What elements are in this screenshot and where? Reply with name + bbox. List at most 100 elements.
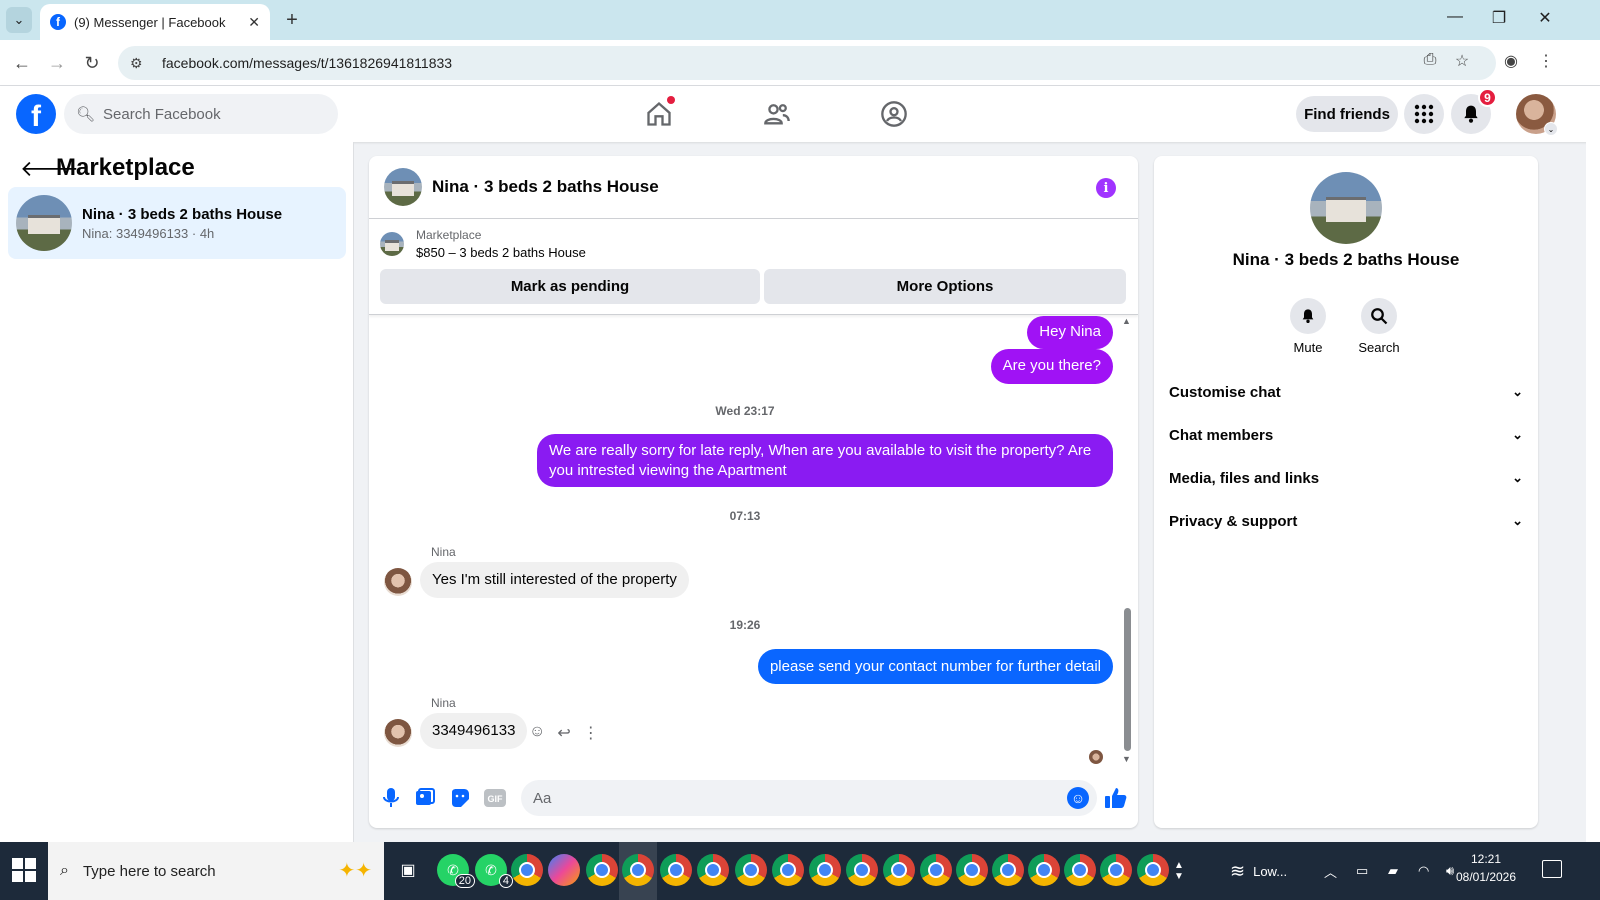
friends-icon[interactable]: [759, 96, 795, 132]
listing-mini-thumbnail[interactable]: [380, 232, 404, 256]
message-bubble-incoming[interactable]: Yes I'm still interested of the property: [420, 562, 689, 598]
show-hidden-icons-icon[interactable]: ︿: [1324, 842, 1337, 900]
profile-icon[interactable]: ◉: [1499, 51, 1523, 71]
media-files-links-section[interactable]: Media, files and links ⌄: [1169, 458, 1523, 498]
minimize-button[interactable]: —: [1440, 8, 1470, 26]
whatsapp-icon[interactable]: ✆ 20: [437, 854, 475, 888]
home-icon[interactable]: [641, 96, 677, 132]
mute-button[interactable]: Mute: [1278, 298, 1338, 355]
windows-start-icon[interactable]: [12, 858, 36, 882]
battery-icon[interactable]: ▰: [1388, 842, 1398, 900]
chrome-icon[interactable]: [1137, 854, 1169, 886]
chrome-icon[interactable]: [1100, 854, 1132, 886]
chrome-icon[interactable]: [511, 854, 543, 886]
maximize-button[interactable]: ❐: [1484, 8, 1514, 28]
taskbar-search-input[interactable]: [82, 862, 303, 880]
chat-title[interactable]: Nina · 3 beds 2 baths House: [432, 177, 659, 197]
chrome-icon[interactable]: [697, 854, 729, 886]
url-text[interactable]: facebook.com/messages/t/1361826941811833: [162, 55, 452, 71]
back-arrow-icon[interactable]: ←: [10, 51, 34, 75]
thumbs-up-icon[interactable]: [1104, 786, 1128, 810]
photo-icon[interactable]: [413, 786, 437, 810]
chat-members-section[interactable]: Chat members ⌄: [1169, 415, 1523, 455]
react-emoji-icon[interactable]: ☺: [529, 723, 545, 743]
customise-chat-section[interactable]: Customise chat ⌄: [1169, 372, 1523, 412]
forward-arrow-icon[interactable]: →: [45, 51, 69, 75]
conversation-list-item[interactable]: Nina · 3 beds 2 baths House Nina: 334949…: [8, 187, 346, 259]
gif-icon[interactable]: GIF: [483, 786, 507, 810]
details-listing-image[interactable]: [1310, 172, 1382, 244]
tab-close-icon[interactable]: ✕: [248, 14, 260, 31]
chrome-icon[interactable]: [735, 854, 767, 886]
chrome-icon[interactable]: [920, 854, 952, 886]
scroll-down-arrow-icon[interactable]: ▼: [1122, 754, 1131, 764]
facebook-search[interactable]: 🔍︎: [64, 94, 338, 134]
chrome-icon[interactable]: [992, 854, 1024, 886]
whatsapp-icon[interactable]: ✆ 4: [475, 854, 513, 888]
new-tab-button[interactable]: +: [280, 8, 304, 32]
chrome-icon[interactable]: [809, 854, 841, 886]
taskbar-scroll-arrows-icon[interactable]: ▲ ▼: [1174, 842, 1184, 900]
reload-icon[interactable]: ↻: [80, 51, 104, 75]
notifications-bell-icon[interactable]: 9: [1451, 88, 1497, 134]
facebook-search-input[interactable]: [103, 105, 324, 123]
emoji-icon[interactable]: ☺: [1067, 787, 1089, 809]
search-conversation-button[interactable]: Search: [1349, 298, 1409, 355]
chrome-icon[interactable]: [772, 854, 804, 886]
bookmark-star-icon[interactable]: ☆: [1450, 51, 1474, 71]
close-window-button[interactable]: ✕: [1530, 8, 1560, 28]
info-icon[interactable]: i: [1096, 178, 1116, 198]
facebook-logo[interactable]: f: [16, 94, 56, 134]
more-options-button[interactable]: More Options: [764, 269, 1126, 304]
copilot-icon[interactable]: [548, 854, 580, 886]
message-text-field[interactable]: [533, 789, 1053, 807]
chrome-icon[interactable]: [1064, 854, 1096, 886]
windows-taskbar: ⌕ ✦✦ ▣ ✆20 ✆4 ▲▼ ≋ Low... ︿ ▭ ▰ ◠ 🔊︎ 12:…: [0, 842, 1600, 900]
listing-title[interactable]: $850 – 3 beds 2 baths House: [416, 245, 586, 260]
taskbar-clock[interactable]: 12:21 08/01/2026: [1446, 850, 1526, 886]
scroll-up-arrow-icon[interactable]: ▲: [1122, 316, 1131, 326]
nina-avatar[interactable]: [384, 719, 412, 747]
message-bubble-incoming[interactable]: 3349496133: [420, 713, 528, 749]
notification-center-icon[interactable]: [1542, 860, 1562, 878]
address-bar[interactable]: ⚙ facebook.com/messages/t/13618269418118…: [118, 46, 1496, 80]
chrome-icon[interactable]: [586, 854, 618, 886]
mark-as-pending-button[interactable]: Mark as pending: [380, 269, 760, 304]
menu-kebab-icon[interactable]: ⋮: [1534, 51, 1558, 71]
message-bubble-outgoing[interactable]: please send your contact number for furt…: [757, 649, 1113, 684]
message-input[interactable]: ☺: [521, 780, 1097, 816]
chrome-icon[interactable]: [956, 854, 988, 886]
chrome-icon[interactable]: [883, 854, 915, 886]
taskbar-search[interactable]: ⌕ ✦✦: [48, 842, 384, 900]
chrome-icon[interactable]: [846, 854, 878, 886]
chrome-icon[interactable]: [660, 854, 692, 886]
privacy-support-section[interactable]: Privacy & support ⌄: [1169, 501, 1523, 541]
task-view-icon[interactable]: ▣: [392, 854, 424, 886]
chat-listing-thumbnail[interactable]: [384, 168, 422, 206]
install-app-icon[interactable]: ⎙: [1418, 51, 1442, 69]
reply-icon[interactable]: ↩: [557, 723, 570, 743]
message-bubble-outgoing[interactable]: Hey Nina: [1027, 316, 1113, 349]
weather-widget[interactable]: ≋ Low...: [1230, 842, 1287, 900]
account-avatar[interactable]: ⌄: [1516, 94, 1558, 136]
message-bubble-outgoing[interactable]: We are really sorry for late reply, When…: [537, 434, 1113, 487]
message-bubble-outgoing[interactable]: Are you there?: [990, 349, 1113, 384]
browser-tab[interactable]: f (9) Messenger | Facebook ✕: [40, 4, 270, 40]
more-kebab-icon[interactable]: ⋮: [583, 723, 599, 743]
tab-search-dropdown[interactable]: ⌄: [6, 7, 32, 33]
chrome-icon[interactable]: [1028, 854, 1060, 886]
meet-now-icon[interactable]: ▭: [1356, 842, 1368, 900]
chrome-icon[interactable]: [622, 854, 654, 886]
chat-scrollbar-thumb[interactable]: [1124, 608, 1131, 751]
microphone-icon[interactable]: [379, 786, 403, 810]
wifi-icon[interactable]: ◠: [1418, 842, 1429, 900]
nina-avatar[interactable]: [384, 568, 412, 596]
sparkle-icon[interactable]: ✦✦: [338, 858, 372, 883]
find-friends-button[interactable]: Find friends: [1296, 96, 1398, 132]
groups-icon[interactable]: [876, 96, 912, 132]
message-composer: GIF ☺: [369, 770, 1138, 828]
sticker-icon[interactable]: [448, 786, 472, 810]
page-scrollbar[interactable]: [1586, 86, 1600, 842]
menu-grid-icon[interactable]: [1404, 94, 1444, 134]
site-settings-icon[interactable]: ⚙: [130, 55, 150, 72]
